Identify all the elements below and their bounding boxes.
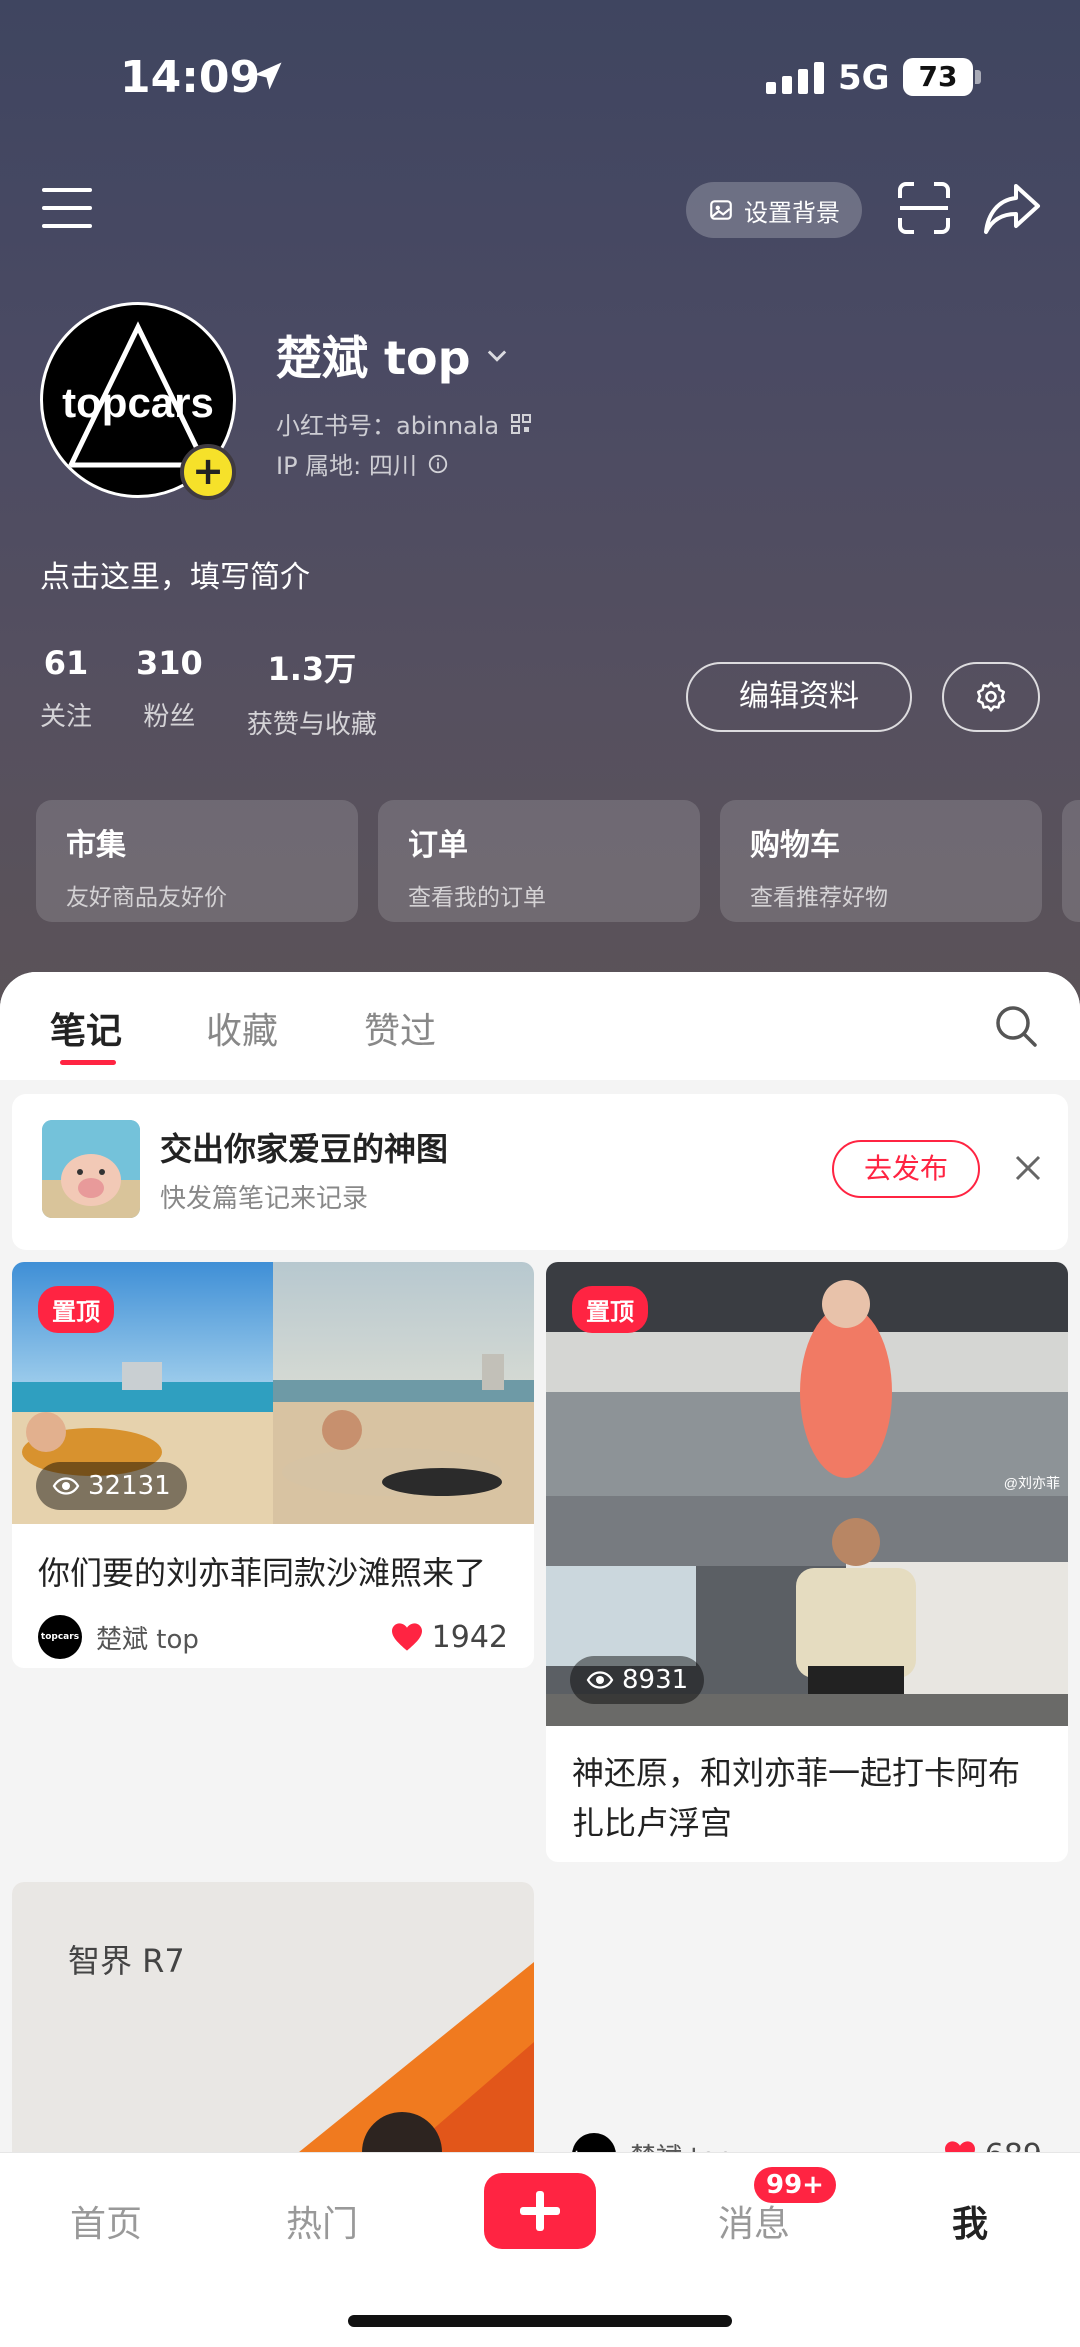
content-tabs: 笔记 收藏 赞过 — [0, 972, 1080, 1080]
card-subtitle: 查看推荐好物 — [750, 885, 888, 911]
bottom-nav: 首页 热门 消息 99+ 我 — [0, 2152, 1080, 2347]
share-icon[interactable] — [982, 180, 1042, 236]
image-watermark: @刘亦菲 — [1004, 1475, 1060, 1491]
view-count-value: 8931 — [622, 1665, 689, 1695]
view-count-value: 32131 — [88, 1471, 171, 1501]
banner-subtitle: 快发篇笔记来记录 — [160, 1184, 369, 1214]
note-footer: topcars 楚斌 top 1942 — [38, 1614, 508, 1660]
chevron-down-icon — [487, 350, 506, 362]
author-name[interactable]: 楚斌 top — [96, 1619, 199, 1656]
more-card[interactable] — [1062, 800, 1080, 922]
set-background-button[interactable]: 设置背景 — [686, 182, 862, 238]
svg-text:topcars: topcars — [62, 379, 214, 426]
settings-button[interactable] — [942, 662, 1040, 732]
status-bar: 14:09 5G 73 — [0, 0, 1080, 150]
like-count: 1942 — [431, 1619, 508, 1655]
tab-active-indicator — [60, 1060, 116, 1065]
market-card[interactable]: 市集 友好商品友好价 — [36, 800, 358, 922]
add-avatar-button[interactable]: + — [180, 444, 236, 500]
eye-icon — [586, 1671, 614, 1689]
stat-value: 310 — [136, 644, 203, 682]
ip-location-row: IP 属地: 四川 — [276, 446, 449, 481]
battery-tip — [975, 70, 981, 84]
card-subtitle: 友好商品友好价 — [66, 885, 227, 911]
banner-title: 交出你家爱豆的神图 — [160, 1130, 449, 1168]
card-title: 市集 — [66, 828, 126, 863]
search-icon[interactable] — [992, 1002, 1040, 1050]
cover-text: 智界 R7 — [68, 1942, 185, 1980]
location-arrow-icon — [254, 62, 282, 90]
card-title: 订单 — [408, 828, 468, 863]
home-indicator — [348, 2315, 732, 2327]
pinned-badge: 置顶 — [38, 1286, 114, 1333]
cellular-signal-icon — [766, 60, 824, 94]
scan-icon[interactable] — [896, 180, 952, 236]
battery-icon: 73 — [903, 58, 973, 96]
note-card[interactable]: 置顶 32131 你们要的刘亦菲同款沙滩照来了 topcars 楚斌 top 1… — [12, 1262, 534, 1668]
stat-label: 粉丝 — [143, 702, 196, 732]
profile-name[interactable]: 楚斌 top — [276, 322, 511, 388]
info-icon[interactable] — [427, 453, 449, 475]
notes-panel: 笔记 收藏 赞过 交出你家爱豆的神图 快发篇笔记来记录 去发布 置顶 32131… — [0, 972, 1080, 2347]
card-title: 购物车 — [750, 828, 840, 863]
note-card[interactable]: @刘亦菲 置顶 8931 神还原，和刘亦菲一起打卡阿布扎比卢浮宫 — [546, 1262, 1068, 1862]
heart-icon — [391, 1623, 422, 1651]
edit-profile-button[interactable]: 编辑资料 — [686, 662, 912, 732]
username-text: 楚斌 top — [276, 331, 471, 385]
note-card[interactable]: 智界 R7 — [12, 1882, 534, 2182]
set-background-label: 设置背景 — [744, 198, 840, 227]
stat-value: 1.3万 — [267, 650, 357, 688]
like-button[interactable]: 1942 — [390, 1620, 508, 1655]
ip-location: IP 属地: 四川 — [276, 452, 417, 480]
stat-likes-collects[interactable]: 1.3万 获赞与收藏 — [247, 644, 377, 741]
plus-icon — [520, 2191, 560, 2231]
publish-prompt-banner: 交出你家爱豆的神图 快发篇笔记来记录 去发布 — [12, 1094, 1068, 1250]
banner-thumbnail — [42, 1120, 140, 1218]
top-nav: 设置背景 — [0, 170, 1080, 250]
redbook-id: 小红书号：abinnala — [276, 412, 500, 440]
note-cover-image — [12, 1882, 534, 2182]
orders-card[interactable]: 订单 查看我的订单 — [378, 800, 700, 922]
note-title: 神还原，和刘亦菲一起打卡阿布扎比卢浮宫 — [572, 1754, 1021, 1842]
stat-label: 关注 — [40, 702, 93, 732]
close-icon[interactable] — [1012, 1152, 1044, 1184]
tab-notes[interactable]: 笔记 — [50, 1002, 122, 1054]
publish-button[interactable]: 去发布 — [832, 1140, 980, 1198]
stat-label: 获赞与收藏 — [246, 710, 377, 740]
new-post-button[interactable] — [484, 2173, 596, 2249]
view-count: 32131 — [36, 1462, 187, 1510]
stat-value: 61 — [43, 644, 89, 682]
profile-stats: 61 关注 310 粉丝 1.3万 获赞与收藏 — [40, 644, 377, 741]
view-count: 8931 — [570, 1656, 705, 1704]
tab-collections[interactable]: 收藏 — [206, 1002, 278, 1054]
message-badge: 99+ — [754, 2167, 836, 2203]
stat-followers[interactable]: 310 粉丝 — [136, 644, 203, 741]
network-type: 5G — [838, 58, 890, 98]
redbook-id-row[interactable]: 小红书号：abinnala — [276, 406, 533, 441]
author-avatar[interactable]: topcars — [38, 1615, 82, 1659]
card-subtitle: 查看我的订单 — [408, 885, 546, 911]
nav-home[interactable]: 首页 — [70, 2195, 142, 2247]
qr-code-icon[interactable] — [509, 412, 533, 436]
eye-icon — [52, 1477, 80, 1495]
cart-card[interactable]: 购物车 查看推荐好物 — [720, 800, 1042, 922]
nav-trending[interactable]: 热门 — [286, 2195, 358, 2247]
status-time: 14:09 — [120, 52, 261, 103]
bio-placeholder[interactable]: 点击这里，填写简介 — [40, 552, 310, 596]
note-title: 你们要的刘亦菲同款沙滩照来了 — [38, 1554, 487, 1592]
stat-following[interactable]: 61 关注 — [40, 644, 92, 741]
image-icon — [710, 200, 732, 220]
gear-icon — [976, 681, 1006, 712]
tab-liked[interactable]: 赞过 — [364, 1002, 436, 1054]
quick-cards: 市集 友好商品友好价 订单 查看我的订单 购物车 查看推荐好物 — [36, 800, 1080, 924]
nav-me[interactable]: 我 — [952, 2195, 988, 2247]
menu-icon[interactable] — [42, 188, 92, 230]
pinned-badge: 置顶 — [572, 1286, 648, 1333]
